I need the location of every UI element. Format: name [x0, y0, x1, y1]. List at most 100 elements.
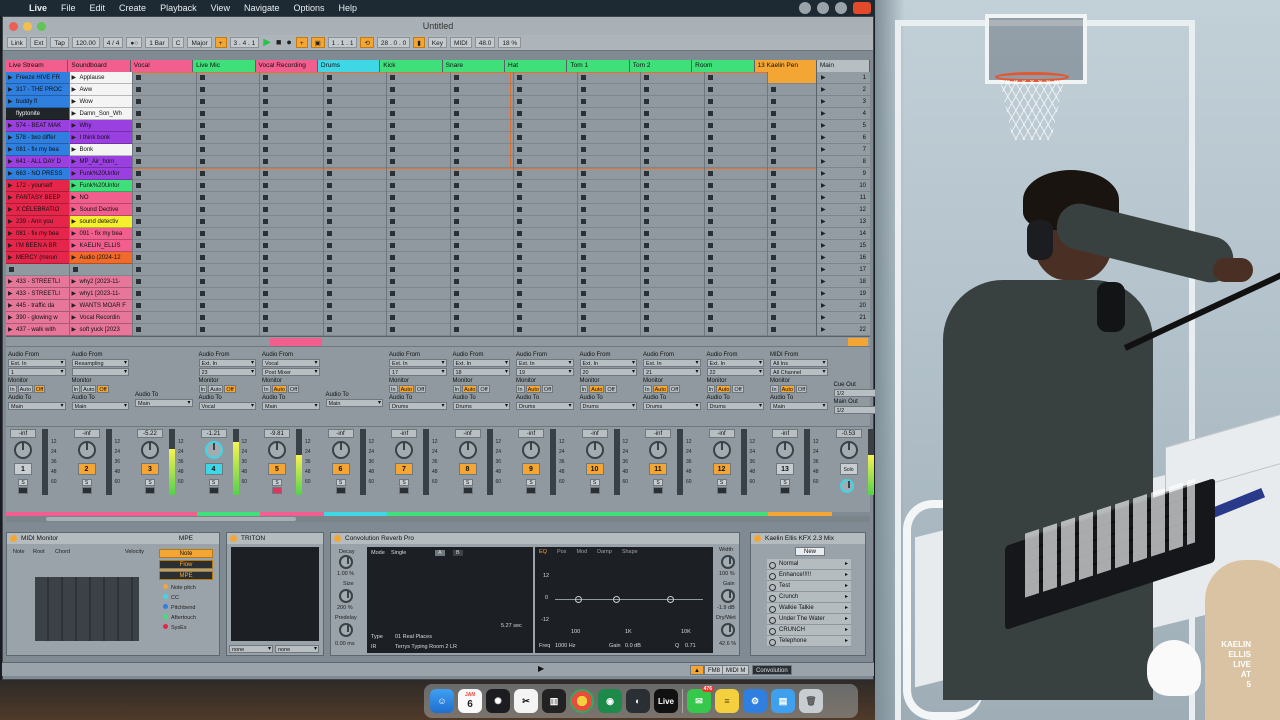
empty-clip-slot[interactable]: [704, 204, 767, 216]
eq-tab-eq[interactable]: EQ: [539, 549, 547, 555]
menu-navigate[interactable]: Navigate: [237, 0, 287, 16]
scene-launch-button[interactable]: 22: [817, 324, 870, 336]
clip-stop-button[interactable]: [453, 303, 459, 308]
clip-stop-button[interactable]: [263, 135, 268, 140]
clip-stop-button[interactable]: [199, 183, 205, 188]
note-mode-button[interactable]: Note: [159, 549, 213, 558]
volume-field[interactable]: -inf: [454, 429, 481, 438]
clip-stop-button[interactable]: [199, 219, 205, 224]
device-tab-convolution[interactable]: Convolution: [752, 665, 792, 675]
clip-slot[interactable]: 578 - two differ: [6, 132, 69, 144]
menu-playback[interactable]: Playback: [153, 0, 204, 16]
clip-stop-button[interactable]: [199, 159, 205, 164]
kfx-chain-item[interactable]: Enhance!!!!!: [767, 570, 851, 581]
empty-clip-slot[interactable]: [387, 264, 450, 276]
empty-clip-slot[interactable]: [133, 276, 196, 288]
empty-clip-slot[interactable]: [577, 252, 640, 264]
empty-clip-slot[interactable]: [133, 108, 196, 120]
arm-button[interactable]: [716, 487, 727, 494]
empty-clip-slot[interactable]: [514, 288, 577, 300]
clip-stop-button[interactable]: [199, 291, 205, 296]
monitor-in-button[interactable]: In: [389, 385, 398, 393]
empty-clip-slot[interactable]: [323, 192, 386, 204]
clip-slot[interactable]: 433 - STREETLI: [6, 276, 69, 288]
eq-tab-damp[interactable]: Damp: [597, 549, 612, 555]
empty-clip-slot[interactable]: [704, 72, 767, 84]
track-header-tom-2[interactable]: Tom 2: [629, 60, 693, 72]
clip-stop-button[interactable]: [263, 195, 268, 200]
empty-clip-slot[interactable]: [387, 180, 450, 192]
empty-clip-slot[interactable]: [260, 264, 323, 276]
audio-to-menu[interactable]: Main: [325, 399, 383, 407]
clip-stop-button[interactable]: [517, 75, 522, 80]
clip-stop-button[interactable]: [263, 279, 268, 284]
scene-launch-button[interactable]: 12: [817, 204, 870, 216]
empty-clip-slot[interactable]: [323, 276, 386, 288]
empty-clip-slot[interactable]: [260, 108, 323, 120]
kfx-chain-item[interactable]: Crunch: [767, 592, 851, 603]
audio-to-menu[interactable]: Main: [71, 402, 129, 410]
empty-clip-slot[interactable]: [704, 300, 767, 312]
input-channel-menu[interactable]: Post Mixer: [262, 368, 320, 376]
arm-button[interactable]: [653, 487, 663, 494]
clip-slot[interactable]: 390 - glowing w: [6, 312, 69, 324]
input-channel-menu[interactable]: 18: [452, 368, 510, 376]
piano-app-icon[interactable]: ▥: [542, 689, 566, 713]
monitor-off-button[interactable]: Off: [478, 385, 490, 393]
pan-knob[interactable]: [331, 441, 350, 459]
monitor-off-button[interactable]: Off: [224, 385, 236, 393]
empty-clip-slot[interactable]: [514, 144, 577, 156]
empty-clip-slot[interactable]: [133, 156, 196, 168]
empty-clip-slot[interactable]: [387, 168, 450, 180]
type-menu[interactable]: 01 Real Places: [395, 634, 432, 640]
arm-button[interactable]: [780, 487, 790, 494]
monitor-auto-button[interactable]: Auto: [525, 385, 541, 393]
clip-stop-button[interactable]: [199, 231, 205, 236]
link-button[interactable]: Link: [7, 37, 27, 48]
device-tab-fm8[interactable]: FM8: [704, 665, 724, 675]
empty-clip-slot[interactable]: [514, 264, 577, 276]
empty-clip-slot[interactable]: [450, 144, 513, 156]
empty-clip-slot[interactable]: [450, 264, 513, 276]
predelay-knob[interactable]: [339, 623, 353, 637]
empty-clip-slot[interactable]: [514, 132, 577, 144]
empty-clip-slot[interactable]: [323, 108, 386, 120]
empty-clip-slot[interactable]: [577, 156, 640, 168]
clip-stop-button[interactable]: [707, 303, 713, 308]
clip-stop-button[interactable]: [517, 171, 522, 176]
kfx-chain-item[interactable]: Normal: [767, 559, 851, 570]
volume-field[interactable]: -inf: [391, 429, 417, 438]
input-channel-menu[interactable]: [71, 368, 129, 376]
empty-clip-slot[interactable]: [641, 264, 704, 276]
key-map-button[interactable]: Key: [427, 37, 447, 48]
kfx-chain-item[interactable]: Under The Water: [767, 614, 851, 625]
audio-to-menu[interactable]: Main: [262, 402, 320, 410]
clip-slot[interactable]: KAELIN_ELLIS: [69, 240, 132, 252]
clip-stop-button[interactable]: [453, 147, 459, 152]
scene-launch-button[interactable]: 1: [817, 72, 870, 84]
pan-knob[interactable]: [585, 441, 604, 459]
track-activator-button[interactable]: 12: [712, 463, 731, 475]
pan-knob[interactable]: [77, 441, 96, 459]
clip-stop-button[interactable]: [453, 171, 459, 176]
empty-clip-slot[interactable]: [260, 324, 323, 336]
monitor-auto-button[interactable]: Auto: [589, 385, 605, 393]
empty-clip-slot[interactable]: [387, 72, 450, 84]
monitor-auto-button[interactable]: Auto: [271, 385, 287, 393]
clip-stop-button[interactable]: [517, 111, 522, 116]
empty-clip-slot[interactable]: [196, 312, 259, 324]
clip-stop-button[interactable]: [707, 111, 713, 116]
clip-slot[interactable]: I'M BEEN A BR: [6, 240, 69, 252]
clip-stop-button[interactable]: [136, 291, 141, 296]
empty-clip-slot[interactable]: [514, 312, 577, 324]
scene-launch-button[interactable]: 14: [817, 228, 870, 240]
empty-clip-slot[interactable]: [133, 324, 196, 336]
empty-clip-slot[interactable]: [704, 324, 767, 336]
empty-clip-slot[interactable]: [260, 228, 323, 240]
empty-clip-slot[interactable]: [641, 120, 704, 132]
empty-clip-slot[interactable]: [514, 324, 577, 336]
scene-launch-button[interactable]: 19: [817, 288, 870, 300]
empty-clip-slot[interactable]: [704, 144, 767, 156]
track-activator-button[interactable]: 10: [585, 463, 604, 475]
empty-clip-slot[interactable]: [577, 72, 640, 84]
